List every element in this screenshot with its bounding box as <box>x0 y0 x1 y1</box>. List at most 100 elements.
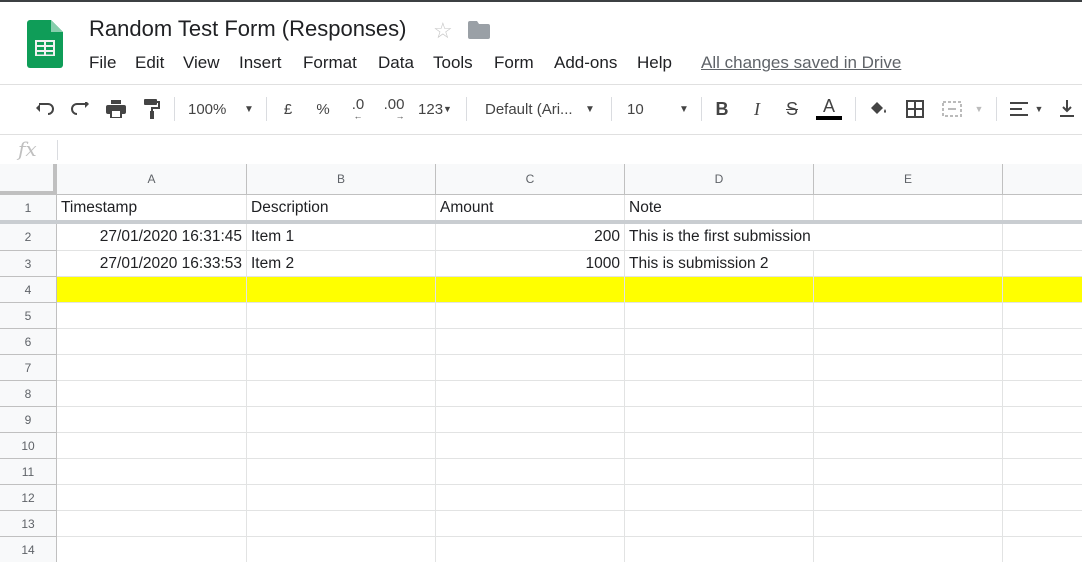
cell-f4[interactable] <box>1003 277 1082 303</box>
cell-f10[interactable] <box>1003 433 1082 459</box>
column-header-e[interactable]: E <box>814 164 1003 195</box>
menu-format[interactable]: Format <box>303 53 357 73</box>
select-all-corner[interactable] <box>0 164 57 195</box>
cell-f2[interactable] <box>1003 224 1082 251</box>
cell-d10[interactable] <box>625 433 814 459</box>
text-color-button[interactable]: A <box>815 97 843 121</box>
cell-e13[interactable] <box>814 511 1003 537</box>
cell-a11[interactable] <box>57 459 247 485</box>
align-left-icon[interactable] <box>1009 97 1029 121</box>
menu-file[interactable]: File <box>89 53 116 73</box>
cell-e7[interactable] <box>814 355 1003 381</box>
redo-icon[interactable] <box>68 97 92 121</box>
row-header-8[interactable]: 8 <box>0 381 57 407</box>
cell-c6[interactable] <box>436 329 625 355</box>
cell-d11[interactable] <box>625 459 814 485</box>
row-header-3[interactable]: 3 <box>0 251 57 277</box>
font-select[interactable]: Default (Ari... ▼ <box>485 97 600 121</box>
cell-e10[interactable] <box>814 433 1003 459</box>
row-header-6[interactable]: 6 <box>0 329 57 355</box>
cell-f5[interactable] <box>1003 303 1082 329</box>
cell-d3[interactable]: This is submission 2 <box>625 251 814 277</box>
strikethrough-button[interactable]: S <box>782 97 802 121</box>
cell-c4[interactable] <box>436 277 625 303</box>
menu-help[interactable]: Help <box>637 53 672 73</box>
italic-button[interactable]: I <box>747 97 767 121</box>
cell-c14[interactable] <box>436 537 625 562</box>
cell-e8[interactable] <box>814 381 1003 407</box>
row-header-10[interactable]: 10 <box>0 433 57 459</box>
vertical-align-icon[interactable] <box>1057 97 1077 121</box>
menu-tools[interactable]: Tools <box>433 53 473 73</box>
folder-icon[interactable] <box>468 21 490 39</box>
cell-f8[interactable] <box>1003 381 1082 407</box>
row-header-13[interactable]: 13 <box>0 511 57 537</box>
cell-a3[interactable]: 27/01/2020 16:33:53 <box>57 251 247 277</box>
row-header-5[interactable]: 5 <box>0 303 57 329</box>
cell-d4[interactable] <box>625 277 814 303</box>
merge-cells-icon[interactable] <box>940 97 964 121</box>
cell-f6[interactable] <box>1003 329 1082 355</box>
number-format-select[interactable]: 123 ▼ <box>414 97 456 121</box>
cell-a6[interactable] <box>57 329 247 355</box>
cell-f7[interactable] <box>1003 355 1082 381</box>
cell-a8[interactable] <box>57 381 247 407</box>
cell-c2[interactable]: 200 <box>436 224 625 251</box>
paint-format-icon[interactable] <box>140 97 164 121</box>
currency-format-button[interactable]: £ <box>278 97 298 121</box>
cell-c1[interactable]: Amount <box>436 195 625 221</box>
percent-format-button[interactable]: % <box>313 97 333 121</box>
menu-view[interactable]: View <box>183 53 220 73</box>
borders-icon[interactable] <box>903 97 927 121</box>
bold-button[interactable]: B <box>712 97 732 121</box>
cell-b13[interactable] <box>247 511 436 537</box>
cell-f13[interactable] <box>1003 511 1082 537</box>
cell-b3[interactable]: Item 2 <box>247 251 436 277</box>
chevron-down-icon[interactable]: ▼ <box>972 97 986 121</box>
column-header-f[interactable] <box>1003 164 1082 195</box>
cell-d9[interactable] <box>625 407 814 433</box>
cell-b10[interactable] <box>247 433 436 459</box>
cell-b14[interactable] <box>247 537 436 562</box>
undo-icon[interactable] <box>33 97 57 121</box>
cell-e2[interactable] <box>814 224 1003 251</box>
cell-b11[interactable] <box>247 459 436 485</box>
row-header-2[interactable]: 2 <box>0 224 57 251</box>
cell-c8[interactable] <box>436 381 625 407</box>
cell-d2[interactable]: This is the first submission <box>625 224 814 251</box>
cell-e5[interactable] <box>814 303 1003 329</box>
cell-a2[interactable]: 27/01/2020 16:31:45 <box>57 224 247 251</box>
column-header-d[interactable]: D <box>625 164 814 195</box>
column-header-b[interactable]: B <box>247 164 436 195</box>
cell-d13[interactable] <box>625 511 814 537</box>
cell-a4[interactable] <box>57 277 247 303</box>
cell-f14[interactable] <box>1003 537 1082 562</box>
document-title[interactable]: Random Test Form (Responses) <box>89 16 407 42</box>
cell-e4[interactable] <box>814 277 1003 303</box>
cell-e14[interactable] <box>814 537 1003 562</box>
cell-b4[interactable] <box>247 277 436 303</box>
menu-edit[interactable]: Edit <box>135 53 164 73</box>
cell-d12[interactable] <box>625 485 814 511</box>
chevron-down-icon[interactable]: ▼ <box>1033 97 1045 121</box>
print-icon[interactable] <box>104 97 128 121</box>
cell-f11[interactable] <box>1003 459 1082 485</box>
cell-c7[interactable] <box>436 355 625 381</box>
row-header-11[interactable]: 11 <box>0 459 57 485</box>
fill-color-icon[interactable] <box>866 97 890 121</box>
cell-d5[interactable] <box>625 303 814 329</box>
cell-a7[interactable] <box>57 355 247 381</box>
cell-a9[interactable] <box>57 407 247 433</box>
zoom-select[interactable]: 100% ▼ <box>188 97 258 121</box>
cell-e11[interactable] <box>814 459 1003 485</box>
cell-f1[interactable] <box>1003 195 1082 221</box>
save-status-link[interactable]: All changes saved in Drive <box>701 53 901 73</box>
cell-c12[interactable] <box>436 485 625 511</box>
cell-a13[interactable] <box>57 511 247 537</box>
column-header-a[interactable]: A <box>57 164 247 195</box>
cell-f12[interactable] <box>1003 485 1082 511</box>
cell-a5[interactable] <box>57 303 247 329</box>
cell-d1[interactable]: Note <box>625 195 814 221</box>
cell-d7[interactable] <box>625 355 814 381</box>
row-header-12[interactable]: 12 <box>0 485 57 511</box>
